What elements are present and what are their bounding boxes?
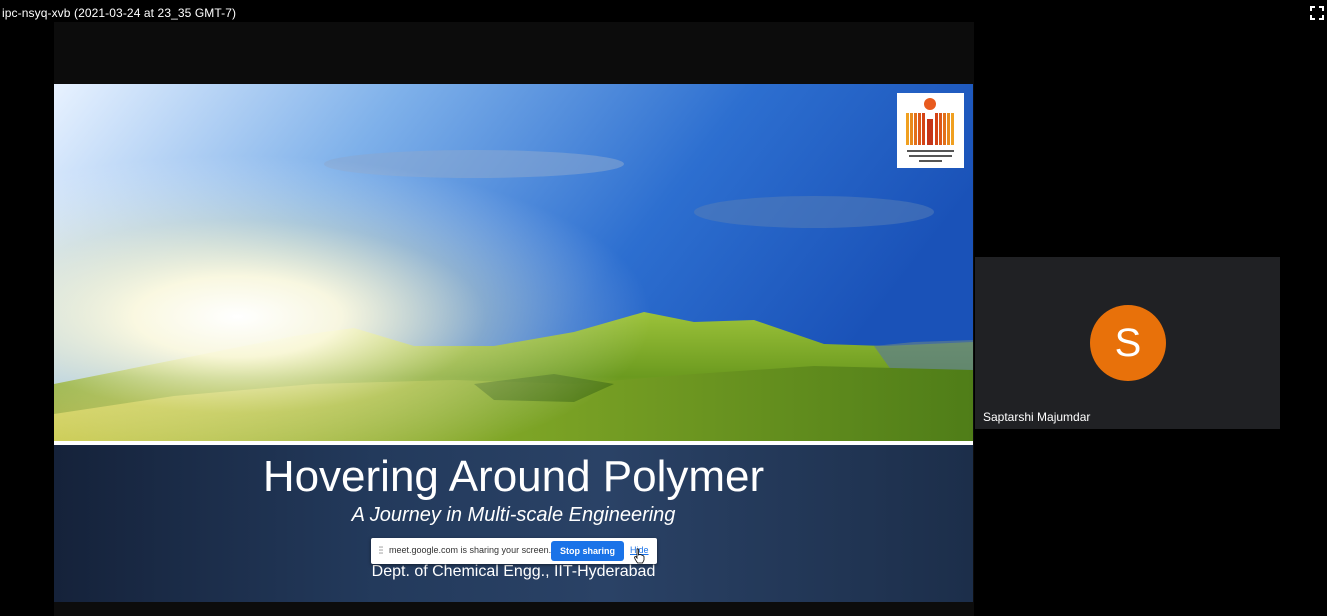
slide-department: Dept. of Chemical Engg., IIT-Hyderabad (371, 563, 656, 580)
slide-subtitle: A Journey in Multi-scale Engineering (351, 504, 676, 526)
landscape-photo (54, 84, 973, 442)
participant-tile[interactable]: S Saptarshi Majumdar (975, 257, 1280, 429)
meeting-title: ipc-nsyq-xvb (2021-03-24 at 23_35 GMT-7) (2, 6, 237, 20)
stop-sharing-button[interactable]: Stop sharing (551, 541, 624, 561)
hand-cursor-icon (634, 548, 645, 564)
share-status-text: meet.google.com is sharing your screen. (389, 545, 552, 555)
drag-handle-icon[interactable] (379, 546, 383, 556)
slide-title: Hovering Around Polymer (262, 452, 765, 501)
iith-logo (897, 93, 964, 168)
participant-name: Saptarshi Majumdar (983, 410, 1091, 424)
participant-avatar: S (1090, 305, 1166, 381)
screen-share-bar: meet.google.com is sharing your screen. … (371, 538, 657, 564)
fullscreen-icon[interactable] (1310, 6, 1324, 20)
